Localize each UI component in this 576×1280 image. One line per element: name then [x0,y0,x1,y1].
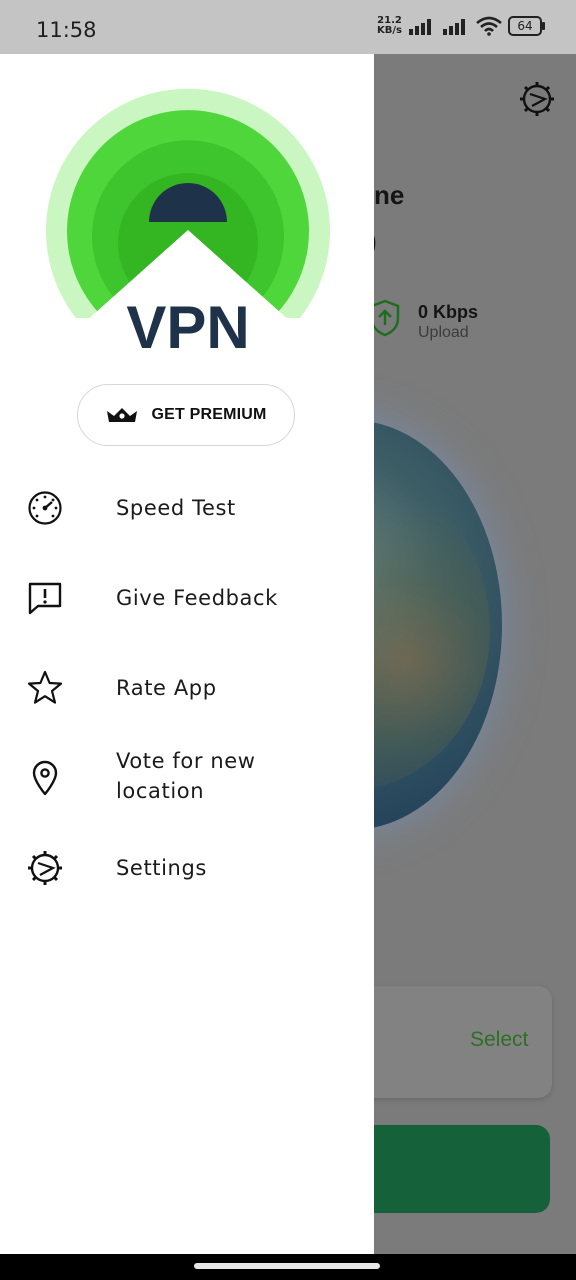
speedometer-icon [26,489,64,527]
logo-text: VPN [126,294,249,352]
network-speed-unit: KB/s [377,25,402,36]
get-premium-button[interactable]: GET PREMIUM [77,384,295,446]
select-location-link[interactable]: Select [470,1028,528,1052]
location-pin-icon [26,759,64,797]
crown-icon [107,408,138,422]
wifi-icon [476,16,502,36]
menu-item-give-feedback[interactable]: Give Feedback [0,578,374,618]
status-bar: 11:58 21.2 KB/s 64 [0,0,576,54]
bg-location-title: ne [374,180,405,210]
menu-item-settings[interactable]: Settings [0,848,374,888]
menu-label-vote-location: Vote for new location [116,749,256,803]
star-icon [26,669,64,707]
network-speed: 21.2 KB/s [377,16,402,36]
menu-label-rate-app: Rate App [116,676,217,700]
system-nav-bar [0,1254,576,1280]
upload-label: Upload [418,324,469,341]
signal-icon [409,19,431,35]
menu-label-give-feedback: Give Feedback [116,586,278,610]
status-icons: 21.2 KB/s 64 [377,16,545,36]
premium-label: GET PREMIUM [151,406,267,423]
home-gesture-handle[interactable] [194,1263,380,1269]
vpn-logo: VPN [46,88,330,352]
gear-icon [26,849,64,887]
settings-gear-icon[interactable] [518,80,556,118]
signal-icon-2 [443,19,465,35]
feedback-icon [26,579,64,617]
menu-item-vote-location[interactable]: Vote for new location [0,744,374,814]
status-time: 11:58 [36,18,97,42]
menu-label-speed-test: Speed Test [116,496,236,520]
upload-value: 0 Kbps [418,302,479,322]
navigation-drawer: VPN GET PREMIUM Speed Test Give Feedback… [0,54,374,1254]
battery-indicator: 64 [508,16,545,36]
menu-item-rate-app[interactable]: Rate App [0,668,374,708]
menu-item-speed-test[interactable]: Speed Test [0,488,374,528]
menu-label-settings: Settings [116,856,207,880]
